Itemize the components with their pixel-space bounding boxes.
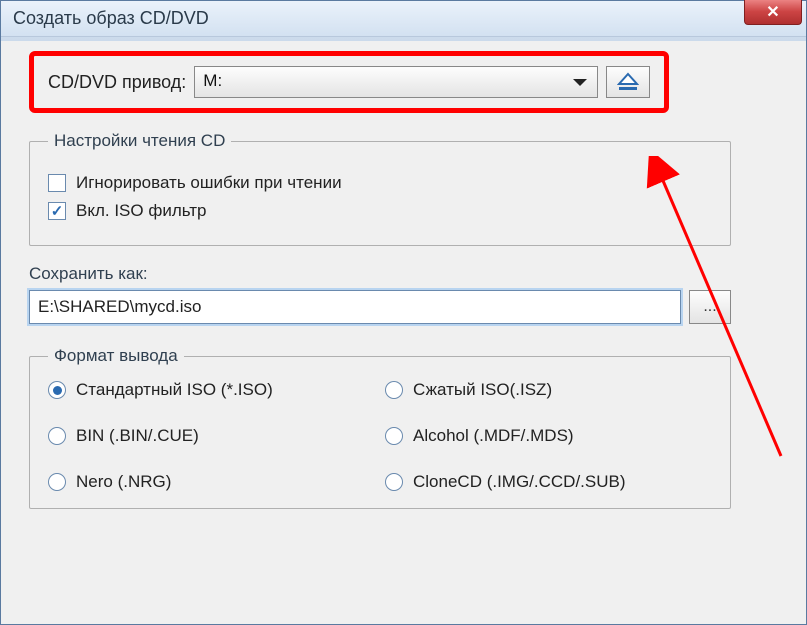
- window-title: Создать образ CD/DVD: [13, 8, 209, 29]
- format-option-label: BIN (.BIN/.CUE): [76, 426, 199, 446]
- format-grid: Стандартный ISO (*.ISO) Сжатый ISO(.ISZ)…: [48, 380, 712, 492]
- radio-icon: [385, 427, 403, 445]
- save-as-row: ...: [29, 290, 731, 324]
- save-path-input[interactable]: [29, 290, 681, 324]
- read-settings-group: Настройки чтения CD Игнорировать ошибки …: [29, 131, 731, 246]
- format-option-label: Alcohol (.MDF/.MDS): [413, 426, 574, 446]
- eject-icon: [617, 72, 639, 92]
- format-option-standard-iso[interactable]: Стандартный ISO (*.ISO): [48, 380, 375, 400]
- drive-label: CD/DVD привод:: [48, 72, 186, 93]
- browse-button[interactable]: ...: [689, 290, 731, 324]
- titlebar: Создать образ CD/DVD ✕: [1, 1, 806, 37]
- dialog-window: Создать образ CD/DVD ✕ CD/DVD привод: M:…: [0, 0, 807, 625]
- iso-filter-label: Вкл. ISO фильтр: [76, 201, 207, 221]
- radio-icon: [48, 473, 66, 491]
- iso-filter-checkbox[interactable]: [48, 202, 66, 220]
- output-format-group: Формат вывода Стандартный ISO (*.ISO) Сж…: [29, 346, 731, 509]
- format-option-label: CloneCD (.IMG/.CCD/.SUB): [413, 472, 626, 492]
- dialog-content: CD/DVD привод: M: Настройки чтения CD Иг…: [1, 37, 806, 541]
- format-option-nero[interactable]: Nero (.NRG): [48, 472, 375, 492]
- radio-icon: [385, 473, 403, 491]
- format-option-clonecd[interactable]: CloneCD (.IMG/.CCD/.SUB): [385, 472, 712, 492]
- format-option-label: Nero (.NRG): [76, 472, 171, 492]
- read-settings-legend: Настройки чтения CD: [48, 131, 231, 151]
- ignore-errors-checkbox[interactable]: [48, 174, 66, 192]
- format-option-alcohol[interactable]: Alcohol (.MDF/.MDS): [385, 426, 712, 446]
- radio-icon: [385, 381, 403, 399]
- output-format-legend: Формат вывода: [48, 346, 184, 366]
- save-as-label: Сохранить как:: [29, 264, 782, 284]
- ignore-errors-row: Игнорировать ошибки при чтении: [48, 173, 712, 193]
- close-button[interactable]: ✕: [744, 0, 802, 25]
- drive-selected-value: M:: [203, 71, 222, 90]
- format-option-compressed-iso[interactable]: Сжатый ISO(.ISZ): [385, 380, 712, 400]
- iso-filter-row: Вкл. ISO фильтр: [48, 201, 712, 221]
- format-option-label: Сжатый ISO(.ISZ): [413, 380, 552, 400]
- ignore-errors-label: Игнорировать ошибки при чтении: [76, 173, 342, 193]
- drive-selection-row: CD/DVD привод: M:: [29, 51, 669, 113]
- format-option-label: Стандартный ISO (*.ISO): [76, 380, 273, 400]
- eject-button[interactable]: [606, 66, 650, 98]
- close-icon: ✕: [766, 2, 779, 22]
- format-option-bin[interactable]: BIN (.BIN/.CUE): [48, 426, 375, 446]
- drive-dropdown[interactable]: M:: [194, 66, 598, 98]
- radio-icon: [48, 427, 66, 445]
- radio-icon: [48, 381, 66, 399]
